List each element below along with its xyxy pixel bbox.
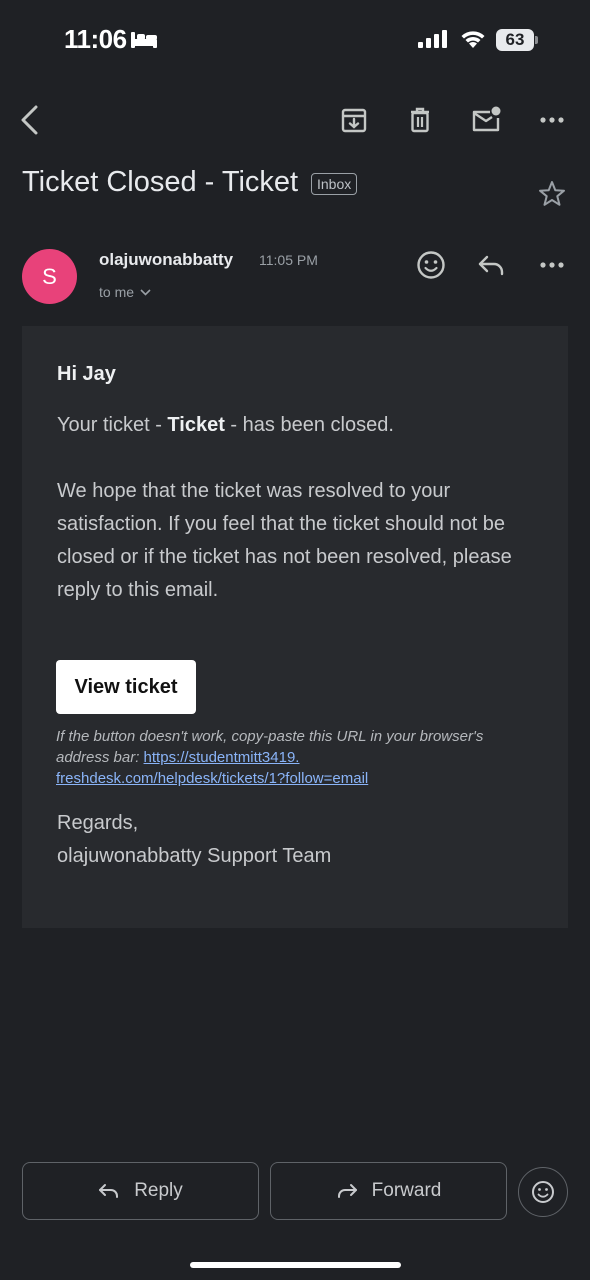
email-greeting: Hi Jay [57, 363, 116, 385]
trash-icon[interactable] [398, 98, 442, 142]
ticket-closed-message: Your ticket - Ticket - has been closed. [57, 409, 537, 442]
battery-indicator: 63 [496, 29, 534, 51]
sender-name[interactable]: olajuwonabbatty [99, 250, 233, 270]
message-more-icon[interactable] [530, 243, 574, 287]
recipient-text: to me [99, 284, 135, 300]
smiley-icon [532, 1181, 554, 1203]
home-indicator[interactable] [190, 1262, 401, 1268]
ticket-name: Ticket [167, 414, 225, 436]
chevron-down-icon [140, 288, 151, 296]
archive-icon[interactable] [332, 98, 376, 142]
mark-unread-icon[interactable] [464, 98, 508, 142]
signature-block: Regards, olajuwonabbatty Support Team [57, 807, 537, 873]
email-subject: Ticket Closed - Ticket [22, 166, 299, 198]
more-icon[interactable] [530, 98, 574, 142]
sleep-focus-icon [130, 30, 158, 50]
battery-level: 63 [505, 30, 525, 49]
star-icon[interactable] [530, 171, 574, 215]
battery-tip [535, 36, 538, 44]
reply-label: Reply [134, 1180, 183, 1201]
message-prefix: Your ticket - [57, 414, 168, 436]
inbox-label-badge[interactable]: Inbox [311, 173, 358, 195]
forward-label: Forward [371, 1180, 442, 1201]
view-ticket-button[interactable]: View ticket [56, 660, 196, 714]
regards-text: Regards, [57, 812, 139, 834]
recipient-details-toggle[interactable]: to me [99, 284, 151, 300]
fallback-url-note: If the button doesn't work, copy-paste t… [56, 726, 536, 789]
resolution-paragraph: We hope that the ticket was resolved to … [57, 480, 512, 601]
status-time: 11:06 [64, 24, 127, 54]
emoji-react-button[interactable] [518, 1167, 568, 1217]
ticket-url-link-part1[interactable]: https://studentmitt3419. [144, 749, 300, 766]
email-timestamp: 11:05 PM [259, 252, 318, 268]
back-icon[interactable] [8, 98, 52, 142]
forward-arrow-icon [337, 1184, 357, 1198]
reply-button[interactable]: Reply [22, 1162, 259, 1220]
wifi-icon [459, 29, 487, 49]
reply-arrow-icon [99, 1184, 119, 1198]
signature-text: olajuwonabbatty Support Team [57, 845, 332, 867]
reply-icon[interactable] [469, 243, 513, 287]
sender-avatar[interactable]: S [22, 249, 77, 304]
ticket-url-link-part2[interactable]: freshdesk.com/helpdesk/tickets/1?follow=… [56, 770, 368, 787]
message-suffix: - has been closed. [224, 414, 394, 436]
forward-button[interactable]: Forward [270, 1162, 507, 1220]
emoji-reaction-icon[interactable] [409, 243, 453, 287]
cellular-signal-icon [418, 30, 448, 48]
